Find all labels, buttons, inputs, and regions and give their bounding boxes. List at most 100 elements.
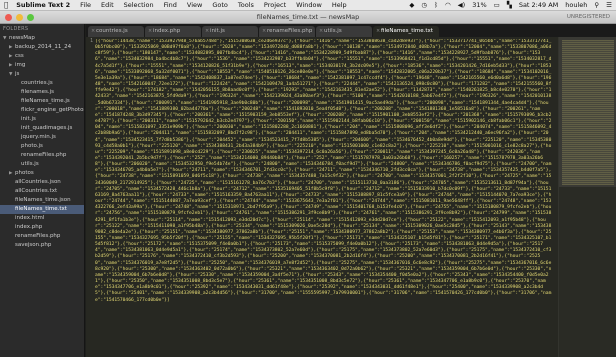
tab[interactable]: × countries.js [88, 26, 144, 37]
apple-icon[interactable]:  [4, 1, 8, 9]
menu-goto[interactable]: Goto [212, 1, 228, 9]
close-tab-icon[interactable]: × [319, 26, 323, 37]
status-area: ◆ ◷ ᛒ ◠ ◀) 31% ▭ ▚ Sat 2:49 AM houleh ⚲ … [409, 1, 612, 9]
sidebar-item-label: utils.js [21, 161, 39, 167]
menu-bar:  Sublime Text 2 File Edit Selection Fin… [0, 0, 616, 11]
sidebar-file[interactable]: init_quadimages.js [0, 124, 84, 133]
sidebar-item-label: index.html [15, 215, 45, 221]
volume-icon[interactable]: ◀) [458, 1, 466, 9]
tab[interactable]: × fileNames_time.txt [373, 26, 439, 37]
wifi-icon[interactable]: ◠ [445, 1, 451, 9]
sidebar-item-label: init.js [21, 116, 36, 122]
tab[interactable]: × init.js [202, 26, 258, 37]
sidebar-item-label: fileNames_time.txt [15, 206, 67, 212]
sidebar-folder[interactable]: ▼ js [0, 70, 84, 79]
menu-file[interactable]: File [80, 1, 91, 9]
notification-icon[interactable]: ☰ [606, 1, 612, 9]
menu-project[interactable]: Project [264, 1, 286, 9]
editor-pane[interactable]: 1 [{"hour":14438,"name":"1533927948_576a… [86, 37, 616, 357]
sidebar-item-label: countries.js [21, 80, 53, 86]
menu-tools[interactable]: Tools [238, 1, 254, 9]
sidebar-file[interactable]: countries.js [0, 79, 84, 88]
unregistered-label: UNREGISTERED [566, 14, 610, 20]
line-number: 1 [90, 39, 93, 44]
sidebar-file[interactable]: renameFiles.php [0, 232, 84, 241]
sidebar-file[interactable]: filenames.js [0, 88, 84, 97]
bluetooth-icon[interactable]: ᛒ [434, 1, 438, 9]
sidebar-item-label: allCountries.json [15, 179, 61, 185]
battery-percent: 31% [472, 1, 487, 9]
sidebar-file[interactable]: allCountries.json [0, 178, 84, 187]
tab-label: index.php [153, 28, 181, 34]
window-titlebar: fileNames_time.txt — newsMap UNREGISTERE… [0, 11, 616, 24]
menu-help[interactable]: Help [332, 1, 347, 9]
clock[interactable]: Sat 2:49 AM [519, 1, 558, 9]
sidebar-item-label: fileNames_time.js [21, 98, 70, 104]
sidebar-item-label: img [15, 62, 26, 68]
sidebar-item-label: backup_2014_11_24 [15, 44, 72, 50]
window-title: fileNames_time.txt — newsMap [256, 13, 360, 21]
tab-label: renameFiles.php [267, 28, 313, 34]
sidebar-item-label: index.php [15, 224, 43, 230]
sidebar-item-label: photos [15, 170, 34, 176]
menu-find[interactable]: Find [164, 1, 177, 9]
sidebar-item-label: filenames.js [21, 89, 54, 95]
sidebar-item-label: renameFiles.php [21, 152, 67, 158]
sidebar-folder[interactable]: ▶ css [0, 52, 84, 61]
sidebar-file[interactable]: init.js [0, 115, 84, 124]
sidebar-item-label: init_quadimages.js [21, 125, 73, 131]
menu-edit[interactable]: Edit [101, 1, 114, 9]
sidebar-item-label: photo.js [21, 143, 43, 149]
sidebar-file[interactable]: allCountries.txt [0, 187, 84, 196]
sidebar-folder[interactable]: ▶ img [0, 61, 84, 70]
sidebar-folder[interactable]: ▶ backup_2014_11_24 [0, 43, 84, 52]
folders-header: FOLDERS [3, 26, 29, 32]
sidebar-item-label: savejson.php [15, 242, 52, 248]
sidebar-folder[interactable]: ▶ photos [0, 169, 84, 178]
sidebar-file[interactable]: fileNames_time.js [0, 97, 84, 106]
flag-icon[interactable]: ▚ [507, 1, 512, 9]
tab[interactable]: × index.php [145, 26, 201, 37]
time-machine-icon[interactable]: ◷ [421, 1, 427, 9]
close-tab-icon[interactable]: × [91, 26, 95, 37]
menu-view[interactable]: View [187, 1, 202, 9]
close-tab-icon[interactable]: × [376, 26, 380, 37]
user-name[interactable]: houleh [565, 1, 587, 9]
menu-selection[interactable]: Selection [124, 1, 154, 9]
code-text[interactable]: [{"hour":14438,"name":"1533927948_576ab5… [95, 39, 553, 355]
close-tab-icon[interactable]: × [148, 26, 152, 37]
sidebar-item-label: jquery.min.js [21, 134, 56, 140]
sidebar-item-label: js [15, 71, 20, 77]
sidebar-file[interactable]: index.php [0, 223, 84, 232]
sidebar-item-label: newsMap [9, 35, 35, 41]
sidebar-folder[interactable]: ▼ newsMap [0, 34, 84, 43]
tab-label: fileNames_time.txt [381, 28, 433, 34]
sidebar: FOLDERS ▼ newsMap ▶ backup_2014_11_24 ▶ css ▶ i… [0, 24, 85, 357]
battery-icon[interactable]: ▭ [494, 1, 500, 9]
sidebar-file[interactable]: photo.js [0, 142, 84, 151]
sidebar-file[interactable]: jquery.min.js [0, 133, 84, 142]
sidebar-file[interactable]: index.html [0, 214, 84, 223]
tab[interactable]: × utils.js [316, 26, 372, 37]
tab[interactable]: × renameFiles.php [259, 26, 315, 37]
sidebar-item-label: css [15, 53, 24, 59]
menu-window[interactable]: Window [296, 1, 322, 9]
sidebar-file[interactable]: renameFiles.php [0, 151, 84, 160]
sidebar-item-label: fileNames_time.json [15, 197, 71, 203]
sidebar-file[interactable]: flickr_engine_getPhotos_byo [0, 106, 84, 115]
minimap-viewport[interactable] [559, 37, 616, 187]
sidebar-item-label: renameFiles.php [15, 233, 61, 239]
close-tab-icon[interactable]: × [262, 26, 266, 37]
search-icon[interactable]: ⚲ [594, 1, 599, 9]
app-menu[interactable]: Sublime Text 2 [16, 1, 70, 9]
dropbox-icon[interactable]: ◆ [409, 1, 414, 9]
sidebar-file[interactable]: savejson.php [0, 241, 84, 250]
sidebar-file[interactable]: fileNames_time.txt [0, 205, 84, 214]
close-tab-icon[interactable]: × [205, 26, 209, 37]
minimap[interactable] [558, 37, 616, 357]
sidebar-file[interactable]: utils.js [0, 160, 84, 169]
tab-label: utils.js [324, 28, 342, 34]
sidebar-tree: ▼ newsMap ▶ backup_2014_11_24 ▶ css ▶ img ▼ js cou… [0, 34, 84, 250]
sidebar-file[interactable]: fileNames_time.json [0, 196, 84, 205]
tab-bar: × countries.js × index.php × init.js × renameFi… [86, 24, 616, 37]
